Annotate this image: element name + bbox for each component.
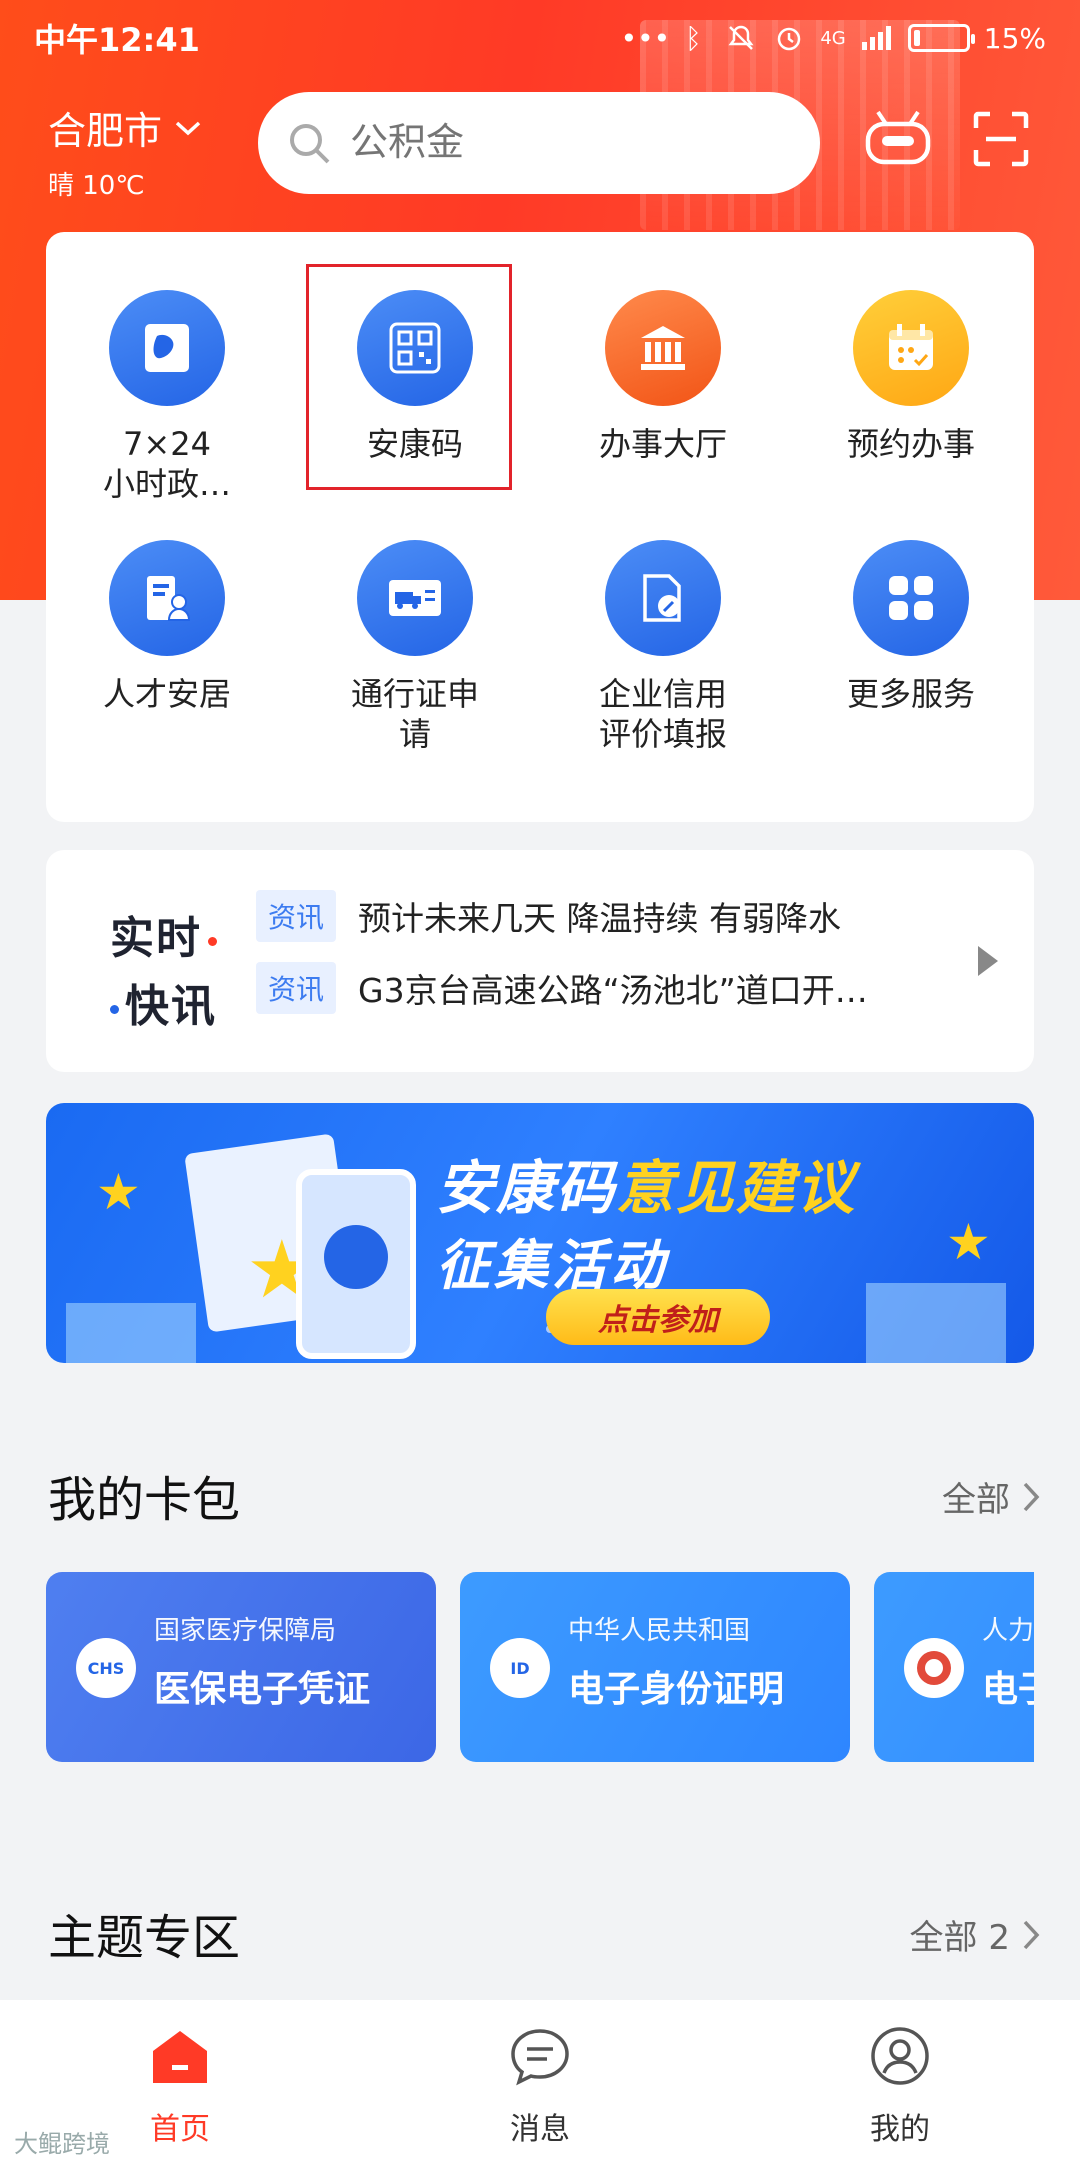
bottom-nav: 首页 消息 我的 xyxy=(0,2000,1080,2160)
truck-pass-icon xyxy=(357,540,473,656)
chevron-right-icon xyxy=(1023,1920,1040,1949)
bluetooth-icon: ᛒ xyxy=(684,21,702,55)
service-label: 7×24 小时政… xyxy=(102,425,231,503)
search-bar[interactable] xyxy=(258,92,820,194)
nav-profile[interactable]: 我的 xyxy=(780,2018,1020,2148)
highlight-box xyxy=(306,264,512,490)
news-ticker[interactable]: 实时 快讯 资讯 预计未来几天 降温持续 有弱降水 资讯 G3京台高速公路“汤池… xyxy=(46,850,1034,1072)
more-dots-icon: ••• xyxy=(620,21,671,55)
star-icon: ★ xyxy=(946,1213,991,1271)
chs-logo-icon: CHS xyxy=(76,1638,136,1698)
service-pass-application[interactable]: 通行证申 请 xyxy=(315,540,515,754)
battery-label: 15% xyxy=(983,21,1046,55)
promo-banner[interactable]: ★ ★ ★ 安康码意见建议 征集活动 点击参加 xyxy=(46,1103,1034,1363)
calendar-icon xyxy=(853,290,969,406)
person-doc-icon xyxy=(109,540,225,656)
more-label: 全部 xyxy=(942,1480,1010,1520)
more-label: 全部 2 xyxy=(909,1918,1010,1958)
search-input[interactable] xyxy=(350,121,790,165)
scan-icon[interactable] xyxy=(972,110,1030,172)
id-card-icon: ID xyxy=(490,1638,550,1698)
watermark: 大鲲跨境 xyxy=(14,2130,110,2158)
card-medical-insurance[interactable]: CHS 国家医疗保障局 医保电子凭证 xyxy=(46,1572,436,1762)
network-label: 4G xyxy=(820,27,846,49)
play-arrow-icon[interactable] xyxy=(978,946,998,976)
city-name: 合肥市 xyxy=(48,109,163,153)
card-electronic-id[interactable]: ID 中华人民共和国 电子身份证明 xyxy=(460,1572,850,1762)
card-issuer: 国家医疗保障局 xyxy=(154,1616,337,1646)
decor-cube xyxy=(866,1283,1006,1363)
services-panel: 7×24 小时政… 安康码 办事大厅 预约办事 人才安居 通行证申 请 企业信用… xyxy=(46,232,1034,822)
news-logo-line2: 快讯 xyxy=(110,970,217,1034)
service-label: 人才安居 xyxy=(102,675,231,713)
news-item[interactable]: 资讯 预计未来几天 降温持续 有弱降水 xyxy=(256,890,841,942)
card-wallet-list: CHS 国家医疗保障局 医保电子凭证 ID 中华人民共和国 电子身份证明 人力 … xyxy=(46,1572,1034,1762)
card-name: 医保电子凭证 xyxy=(154,1669,371,1710)
card-hr[interactable]: 人力 电子 xyxy=(874,1572,1034,1762)
nav-label: 我的 xyxy=(870,2112,930,2147)
news-tag: 资讯 xyxy=(256,890,337,942)
government-hall-icon xyxy=(605,290,721,406)
chevron-down-icon xyxy=(175,121,201,135)
emblem-icon xyxy=(904,1638,964,1698)
join-button[interactable]: 点击参加 xyxy=(546,1289,770,1345)
card-wallet-more-link[interactable]: 全部 xyxy=(942,1472,1040,1521)
decor-cube xyxy=(66,1303,196,1363)
signal-icon xyxy=(860,23,894,53)
battery-icon xyxy=(907,24,975,52)
news-logo-line1: 实时 xyxy=(110,902,217,966)
section-title-card-wallet: 我的卡包 xyxy=(48,1472,241,1528)
mute-icon xyxy=(724,23,758,53)
status-time: 中午12:41 xyxy=(34,21,200,59)
weather-label: 晴 10℃ xyxy=(48,171,145,201)
card-name: 电子 xyxy=(982,1669,1034,1710)
grid-icon xyxy=(853,540,969,656)
news-text: 预计未来几天 降温持续 有弱降水 xyxy=(358,899,841,938)
edit-doc-icon xyxy=(605,540,721,656)
search-icon xyxy=(290,124,330,164)
service-label: 企业信用 评价填报 xyxy=(598,675,727,753)
news-item[interactable]: 资讯 G3京台高速公路“汤池北”道口开… xyxy=(256,962,868,1014)
star-icon: ★ xyxy=(96,1163,141,1221)
card-issuer: 人力 xyxy=(982,1616,1034,1646)
service-label: 预约办事 xyxy=(846,425,975,463)
service-label: 办事大厅 xyxy=(598,425,727,463)
nav-label: 消息 xyxy=(510,2112,570,2147)
service-hall[interactable]: 办事大厅 xyxy=(563,290,763,464)
banner-title: 安康码意见建议 xyxy=(436,1154,857,1222)
service-talent-housing[interactable]: 人才安居 xyxy=(67,540,267,714)
service-label: 通行证申 请 xyxy=(350,675,479,753)
phone-illustration xyxy=(296,1169,416,1359)
profile-icon xyxy=(780,2018,1020,2094)
service-label: 更多服务 xyxy=(846,675,975,713)
message-icon xyxy=(420,2018,660,2094)
service-appointment[interactable]: 预约办事 xyxy=(811,290,1011,464)
robot-assistant-icon[interactable] xyxy=(862,106,934,174)
section-title-topics: 主题专区 xyxy=(48,1910,241,1966)
card-name: 电子身份证明 xyxy=(568,1669,785,1710)
city-selector[interactable]: 合肥市 晴 10℃ xyxy=(48,100,202,202)
topics-more-link[interactable]: 全部 2 xyxy=(910,1910,1040,1959)
status-bar: 中午12:41 ••• ᛒ 4G 15% xyxy=(0,0,1080,76)
chevron-right-icon xyxy=(1023,1482,1040,1511)
service-more[interactable]: 更多服务 xyxy=(811,540,1011,714)
card-issuer: 中华人民共和国 xyxy=(568,1616,751,1646)
news-tag: 资讯 xyxy=(256,962,337,1014)
nav-messages[interactable]: 消息 xyxy=(420,2018,660,2148)
service-credit-report[interactable]: 企业信用 评价填报 xyxy=(563,540,763,754)
qr-code-icon xyxy=(324,1225,388,1289)
map-doc-icon xyxy=(109,290,225,406)
service-gov-24h[interactable]: 7×24 小时政… xyxy=(67,290,267,504)
home-icon xyxy=(60,2018,300,2094)
alarm-icon xyxy=(772,23,806,53)
news-text: G3京台高速公路“汤池北”道口开… xyxy=(358,971,868,1010)
